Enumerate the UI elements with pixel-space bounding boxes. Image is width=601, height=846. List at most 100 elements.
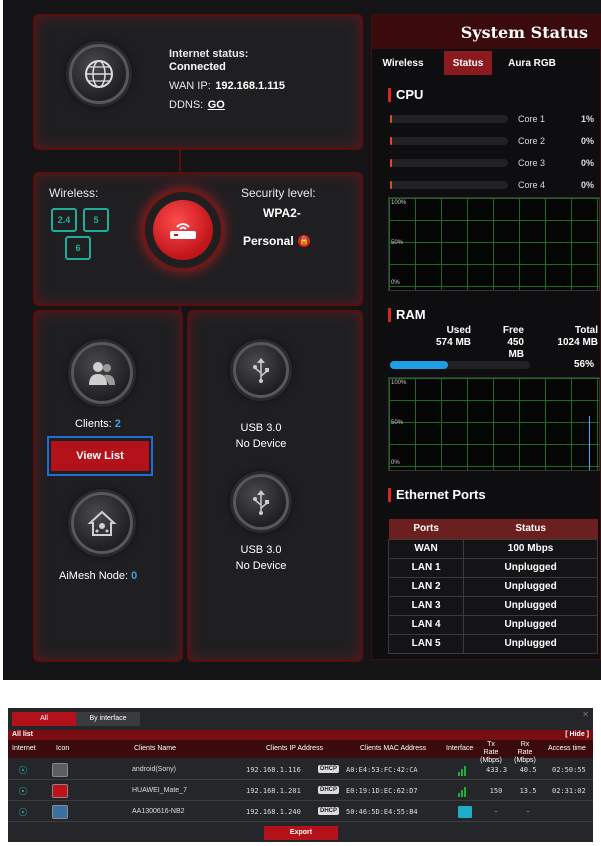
band-5g-label: 5 [93,215,99,225]
eth-row: WAN 100 Mbps [387,538,598,559]
tab-status[interactable]: Status [444,51,492,75]
all-list-label: All list [12,731,34,738]
client-row[interactable]: ☉ AA1300616-NB2 192.168.1.240 DHCP 50:46… [8,802,593,822]
eth-status: Unplugged [463,595,598,616]
cpu-graph: 100% 50% 0% [388,197,600,291]
system-status-panel: System Status Wireless Status Aura RGB C… [371,14,601,660]
client-name[interactable]: AA1300616-NB2 [132,808,185,815]
security-value-line1: WPA2- [263,206,301,220]
cpu-core-bar [390,181,508,189]
cpu-core-fill [390,137,392,145]
usb-1-button[interactable] [233,342,289,398]
internet-status-label: Internet status: [169,48,249,60]
client-device-icon[interactable] [52,805,68,819]
wan-ip-value: 192.168.1.115 [215,80,285,92]
client-tx: 150 [489,787,503,795]
dhcp-badge: DHCP [318,786,340,794]
ram-bar-fill [390,361,449,369]
users-icon [89,362,115,385]
client-access-time: 02:31:02 [552,787,586,795]
ram-total-label: Total [574,325,598,336]
view-list-button[interactable]: View List [51,441,149,471]
client-tx: 433.3 [486,766,508,774]
eth-header-status: Status [463,519,598,539]
ram-free-label: Free [502,325,524,336]
network-map-view: Internet status: Connected WAN IP: 192.1… [3,0,601,680]
cpu-core-name: Core 1 [518,114,546,124]
internet-globe-icon[interactable]: ☉ [18,785,28,798]
clients-round-button[interactable] [71,342,133,404]
export-button[interactable]: Export [264,826,338,840]
wifi-5g-icon[interactable]: 5 [83,208,109,232]
band-2g-label: 2.4 [57,215,71,225]
client-row[interactable]: ☉ HUAWEI_Mate_7 192.168.1.201 DHCP E0:19… [8,781,593,801]
cpu-core-bar [390,159,508,167]
tab-aura-rgb[interactable]: Aura RGB [502,51,562,75]
clients-count: 2 [114,418,121,430]
usb-2-button[interactable] [233,474,289,530]
internet-globe-button[interactable] [69,44,129,104]
eth-port: LAN 4 [387,614,465,635]
dhcp-badge: DHCP [318,765,340,773]
security-level-label: Security level: [241,186,316,200]
eth-status: Unplugged [463,576,598,597]
eth-status: Unplugged [463,633,598,654]
close-icon[interactable]: ✕ [582,710,589,719]
security-value-line2: Personal [243,234,294,248]
aimesh-label: AiMesh Node: [59,570,129,582]
eth-header-ports: Ports [388,519,464,539]
eth-port: LAN 3 [387,595,465,616]
internet-globe-icon[interactable]: ☉ [18,806,28,819]
internet-globe-icon[interactable]: ☉ [18,764,28,777]
eth-row: LAN 3 Unplugged [387,595,598,616]
ram-free-value: 450 MB [507,337,524,360]
tab-all[interactable]: All [12,712,76,726]
ddns-go-link[interactable]: GO [208,99,225,111]
col-clients-ip[interactable]: Clients IP Address [266,745,323,752]
connector-line [179,150,181,172]
eth-row: LAN 4 Unplugged [387,614,598,635]
hide-link[interactable]: [ Hide ] [565,731,589,738]
client-rx: 40.5 [519,766,537,774]
cpu-core-fill [390,181,392,189]
ram-used-value: 574 MB [436,337,472,348]
view-list-focus: View List [47,436,153,476]
client-name[interactable]: android(Sony) [132,766,176,773]
tab-wireless[interactable]: Wireless [382,51,424,75]
client-device-icon[interactable] [52,763,68,777]
client-row[interactable]: ☉ android(Sony) 192.168.1.116 DHCP A0:E4… [8,760,593,780]
eth-port: LAN 2 [387,576,465,597]
internet-status-value: Connected [169,61,226,73]
tab-by-interface[interactable]: By interface [76,712,140,726]
client-list-window: All By interface ✕ All list [ Hide ] Int… [8,708,593,842]
wan-ip-label: WAN IP: [169,80,211,92]
wifi-2g-icon[interactable]: 2.4 [51,208,77,232]
lock-icon: 🔒 [298,234,311,247]
client-device-icon[interactable] [52,784,68,798]
ram-graph: 100% 50% 0% [388,377,600,471]
globe-icon [85,60,113,88]
eth-status: Unplugged [463,614,598,635]
router-button[interactable] [153,200,213,260]
cpu-core-bar [390,115,508,123]
eth-port: LAN 5 [387,633,465,654]
ram-title: RAM [388,307,426,322]
wifi-6g-icon[interactable]: 6 [65,236,91,260]
client-ip: 192.168.1.201 [246,787,301,795]
client-tx: - [493,808,499,816]
ram-graph-line [589,416,597,470]
cpu-tick-50: 50% [391,240,404,246]
router-panel: Wireless: 2.4 5 6 Security level: WPA2- … [33,172,363,306]
band-6g-label: 6 [75,243,81,253]
eth-port: WAN [387,538,465,559]
ethernet-icon [458,806,472,818]
client-name[interactable]: HUAWEI_Mate_7 [132,787,187,794]
aimesh-count: 0 [131,570,138,582]
cpu-core-name: Core 2 [518,136,546,146]
aimesh-round-button[interactable] [71,492,133,554]
eth-row: LAN 2 Unplugged [387,576,598,597]
eth-row: LAN 5 Unplugged [387,633,598,654]
client-mac: E0:19:1D:EC:62:D7 [346,787,418,795]
client-table-header: Internet Icon Clients Name Clients IP Ad… [8,740,593,764]
wireless-label: Wireless: [49,186,99,200]
